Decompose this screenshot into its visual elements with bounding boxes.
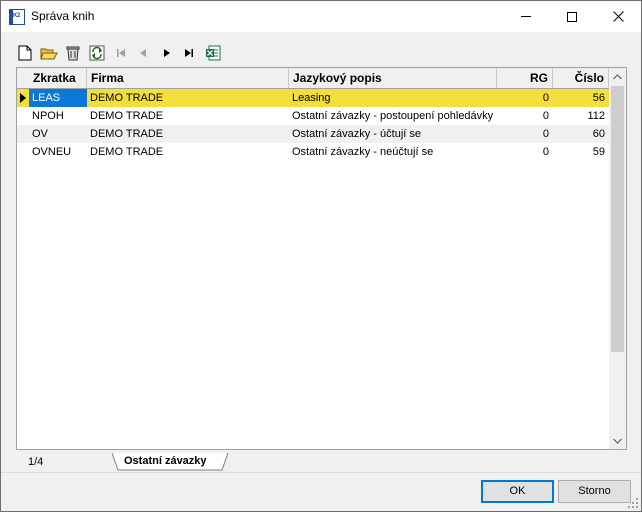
minimize-button[interactable] bbox=[503, 1, 549, 32]
cancel-button[interactable]: Storno bbox=[558, 480, 631, 503]
record-position: 1/4 bbox=[28, 456, 44, 468]
chevron-down-icon bbox=[613, 438, 622, 444]
vertical-scrollbar[interactable] bbox=[609, 68, 626, 449]
refresh-icon bbox=[89, 45, 105, 61]
table-row[interactable]: OVNEU DEMO TRADE Ostatní závazky - neúčt… bbox=[17, 143, 609, 161]
books-grid[interactable]: Zkratka Firma Jazykový popis RG Číslo LE… bbox=[16, 67, 627, 450]
ok-button[interactable]: OK bbox=[481, 480, 554, 503]
cell-zkratka[interactable]: NPOH bbox=[29, 107, 87, 125]
delete-icon bbox=[66, 46, 80, 61]
cell-rg[interactable]: 0 bbox=[497, 89, 553, 107]
cell-zkratka[interactable]: LEAS bbox=[29, 89, 87, 107]
chevron-up-icon bbox=[613, 73, 622, 79]
title-bar[interactable]: K2 Správa knih bbox=[1, 1, 641, 32]
minimize-icon bbox=[521, 16, 531, 17]
open-button[interactable] bbox=[40, 44, 58, 62]
divider bbox=[1, 472, 641, 473]
app-icon: K2 bbox=[9, 9, 25, 25]
grid-header: Zkratka Firma Jazykový popis RG Číslo bbox=[17, 68, 609, 89]
first-record-icon bbox=[117, 49, 125, 57]
column-header-cislo[interactable]: Číslo bbox=[553, 68, 609, 88]
cell-firma[interactable]: DEMO TRADE bbox=[87, 89, 289, 107]
tab-label: Ostatní závazky bbox=[124, 455, 207, 467]
cell-zkratka[interactable]: OV bbox=[29, 125, 87, 143]
column-header-firma[interactable]: Firma bbox=[87, 68, 289, 88]
close-button[interactable] bbox=[595, 1, 641, 32]
scroll-thumb[interactable] bbox=[611, 86, 624, 352]
last-record-icon bbox=[185, 49, 193, 57]
column-header-popis[interactable]: Jazykový popis bbox=[289, 68, 497, 88]
new-button[interactable] bbox=[16, 44, 34, 62]
dialog-window: K2 Správa knih Zkratka Firma Jazykový po… bbox=[0, 0, 642, 512]
first-record-button[interactable] bbox=[112, 44, 130, 62]
refresh-button[interactable] bbox=[88, 44, 106, 62]
cell-popis[interactable]: Ostatní závazky - postoupení pohledávky bbox=[289, 107, 497, 125]
cell-rg[interactable]: 0 bbox=[497, 107, 553, 125]
window-title: Správa knih bbox=[31, 9, 95, 23]
maximize-button[interactable] bbox=[549, 1, 595, 32]
resize-grip-icon[interactable] bbox=[628, 498, 638, 508]
cell-zkratka[interactable]: OVNEU bbox=[29, 143, 87, 161]
cell-cislo[interactable]: 59 bbox=[553, 143, 609, 161]
cell-rg[interactable]: 0 bbox=[497, 143, 553, 161]
cell-rg[interactable]: 0 bbox=[497, 125, 553, 143]
delete-button[interactable] bbox=[64, 44, 82, 62]
cell-popis[interactable]: Ostatní závazky - účtují se bbox=[289, 125, 497, 143]
cell-cislo[interactable]: 112 bbox=[553, 107, 609, 125]
open-folder-icon bbox=[40, 48, 58, 60]
cell-popis[interactable]: Leasing bbox=[289, 89, 497, 107]
cell-firma[interactable]: DEMO TRADE bbox=[87, 125, 289, 143]
table-row[interactable]: OV DEMO TRADE Ostatní závazky - účtují s… bbox=[17, 125, 609, 143]
cell-cislo[interactable]: 60 bbox=[553, 125, 609, 143]
next-record-icon bbox=[164, 49, 170, 57]
last-record-button[interactable] bbox=[180, 44, 198, 62]
cell-cislo[interactable]: 56 bbox=[553, 89, 609, 107]
current-row-icon bbox=[20, 93, 26, 103]
cell-firma[interactable]: DEMO TRADE bbox=[87, 143, 289, 161]
cell-popis[interactable]: Ostatní závazky - neúčtují se bbox=[289, 143, 497, 161]
tab-ostatni-zavazky[interactable]: Ostatní závazky bbox=[112, 453, 229, 471]
maximize-icon bbox=[567, 11, 577, 22]
previous-record-button[interactable] bbox=[134, 44, 152, 62]
cell-firma[interactable]: DEMO TRADE bbox=[87, 107, 289, 125]
column-header-zkratka[interactable]: Zkratka bbox=[29, 68, 87, 88]
excel-export-icon bbox=[206, 45, 221, 61]
column-header-rg[interactable]: RG bbox=[497, 68, 553, 88]
excel-export-button[interactable] bbox=[204, 44, 222, 62]
next-record-button[interactable] bbox=[158, 44, 176, 62]
new-icon bbox=[18, 45, 32, 61]
toolbar bbox=[16, 44, 246, 64]
scroll-up-button[interactable] bbox=[609, 68, 626, 85]
table-row[interactable]: LEAS DEMO TRADE Leasing 0 56 bbox=[17, 89, 609, 107]
scroll-down-button[interactable] bbox=[609, 432, 626, 449]
table-row[interactable]: NPOH DEMO TRADE Ostatní závazky - postou… bbox=[17, 107, 609, 125]
previous-record-icon bbox=[140, 49, 146, 57]
close-icon bbox=[612, 11, 624, 22]
status-bar: 1/4 Ostatní závazky bbox=[16, 453, 627, 471]
